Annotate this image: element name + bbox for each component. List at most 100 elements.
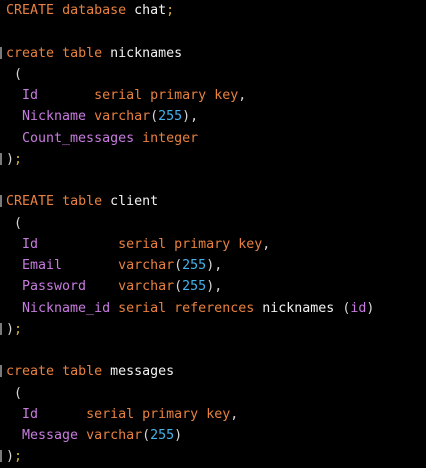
- token-keyword: CREATE: [6, 3, 55, 18]
- code-line[interactable]: (: [0, 213, 426, 234]
- token-keyword: create: [6, 45, 55, 61]
- token-keyword: table: [62, 194, 103, 210]
- token-semicolon: ;: [14, 449, 23, 465]
- token-keyword: serial: [94, 88, 143, 103]
- token-keyword: key: [238, 236, 263, 252]
- code-line[interactable]: Id serial primary key,: [0, 85, 426, 106]
- fold-marker-icon[interactable]: [0, 152, 2, 165]
- fold-marker-icon[interactable]: [0, 195, 2, 208]
- token-field-name: Count_messages: [22, 130, 135, 146]
- code-line[interactable]: CREATE database chat;: [0, 0, 426, 21]
- token-whitespace: [206, 88, 214, 103]
- code-line[interactable]: CREATE table client: [0, 191, 426, 212]
- code-line[interactable]: (: [0, 64, 426, 85]
- token-punctuation: ),: [182, 109, 199, 125]
- token-punctuation: ,: [262, 236, 271, 252]
- token-punctuation: ),: [206, 258, 223, 273]
- token-keyword: serial: [118, 300, 167, 316]
- token-number-literal: 255: [182, 279, 207, 295]
- token-semicolon: ;: [166, 3, 175, 18]
- token-whitespace: [6, 428, 22, 443]
- code-editor[interactable]: CREATE database chat; create table nickna…: [0, 0, 426, 466]
- token-whitespace: [6, 258, 22, 273]
- token-punctuation: (: [174, 279, 183, 295]
- code-line[interactable]: [0, 340, 426, 361]
- token-field-name: Password: [22, 279, 87, 295]
- fold-marker-icon[interactable]: [0, 46, 2, 59]
- token-field-name: Email: [22, 258, 63, 273]
- token-whitespace: [54, 3, 62, 18]
- code-line[interactable]: );: [0, 446, 426, 467]
- code-line[interactable]: Message varchar(255): [0, 425, 426, 446]
- token-whitespace: [6, 386, 14, 401]
- token-whitespace: [126, 3, 134, 18]
- token-punctuation: (: [14, 66, 23, 82]
- code-line[interactable]: Nickname_id serial references nicknames …: [0, 298, 426, 319]
- token-whitespace: [6, 131, 22, 146]
- token-whitespace: [6, 301, 22, 316]
- token-punctuation: (: [142, 428, 151, 443]
- token-whitespace: [6, 109, 22, 124]
- token-punctuation: ): [366, 300, 375, 316]
- token-whitespace: [6, 67, 14, 82]
- token-punctuation: (: [174, 258, 183, 273]
- token-whitespace: [198, 407, 206, 422]
- token-whitespace: [166, 237, 174, 252]
- token-field-name: Nickname: [22, 109, 87, 125]
- token-number-literal: 255: [158, 109, 183, 125]
- token-whitespace: [62, 258, 118, 273]
- code-line[interactable]: );: [0, 319, 426, 340]
- token-field-name: Id: [22, 406, 39, 422]
- token-punctuation: ,: [230, 406, 239, 422]
- token-whitespace: [6, 407, 22, 422]
- code-line[interactable]: Id serial primary key,: [0, 234, 426, 255]
- code-line[interactable]: [0, 170, 426, 191]
- token-identifier: messages: [110, 364, 175, 380]
- token-field-name: Id: [22, 236, 39, 252]
- token-punctuation: (: [14, 215, 23, 231]
- token-field-name: Id: [22, 88, 39, 103]
- token-whitespace: [6, 279, 22, 294]
- token-keyword: serial: [118, 236, 167, 252]
- token-whitespace: [6, 216, 14, 231]
- token-whitespace: [142, 88, 150, 103]
- code-line[interactable]: [0, 21, 426, 42]
- token-whitespace: [78, 428, 86, 443]
- token-whitespace: [134, 407, 142, 422]
- token-keyword: create: [6, 364, 55, 380]
- fold-marker-icon[interactable]: [0, 322, 2, 335]
- token-keyword: primary: [150, 88, 207, 103]
- token-keyword: varchar: [118, 279, 175, 295]
- token-field-name: id: [350, 300, 367, 316]
- token-keyword: table: [62, 364, 103, 380]
- code-line[interactable]: (: [0, 383, 426, 404]
- token-keyword: varchar: [118, 258, 175, 273]
- code-line[interactable]: Count_messages integer: [0, 128, 426, 149]
- token-whitespace: [110, 301, 118, 316]
- fold-marker-icon[interactable]: [0, 365, 2, 378]
- token-semicolon: ;: [14, 151, 23, 167]
- token-field-name: Nickname_id: [22, 300, 111, 316]
- code-line[interactable]: Password varchar(255),: [0, 276, 426, 297]
- token-number-literal: 255: [150, 428, 175, 443]
- token-punctuation: ): [6, 449, 15, 465]
- token-keyword: CREATE: [6, 194, 55, 210]
- code-line[interactable]: Id serial primary key,: [0, 404, 426, 425]
- token-punctuation: ,: [238, 88, 247, 103]
- code-line[interactable]: Email varchar(255),: [0, 255, 426, 276]
- token-number-literal: 255: [182, 258, 207, 273]
- token-punctuation: ): [174, 428, 183, 443]
- token-punctuation: ): [6, 151, 15, 167]
- token-keyword: key: [214, 88, 239, 103]
- token-whitespace: [166, 301, 174, 316]
- code-line[interactable]: Nickname varchar(255),: [0, 106, 426, 127]
- fold-marker-icon[interactable]: [0, 450, 2, 463]
- code-line[interactable]: create table messages: [0, 361, 426, 382]
- token-keyword: primary: [142, 406, 199, 422]
- token-whitespace: [54, 46, 62, 61]
- token-identifier: client: [110, 194, 159, 210]
- token-keyword: key: [206, 406, 231, 422]
- code-line[interactable]: create table nicknames: [0, 43, 426, 64]
- code-line[interactable]: );: [0, 149, 426, 170]
- token-whitespace: [38, 88, 94, 103]
